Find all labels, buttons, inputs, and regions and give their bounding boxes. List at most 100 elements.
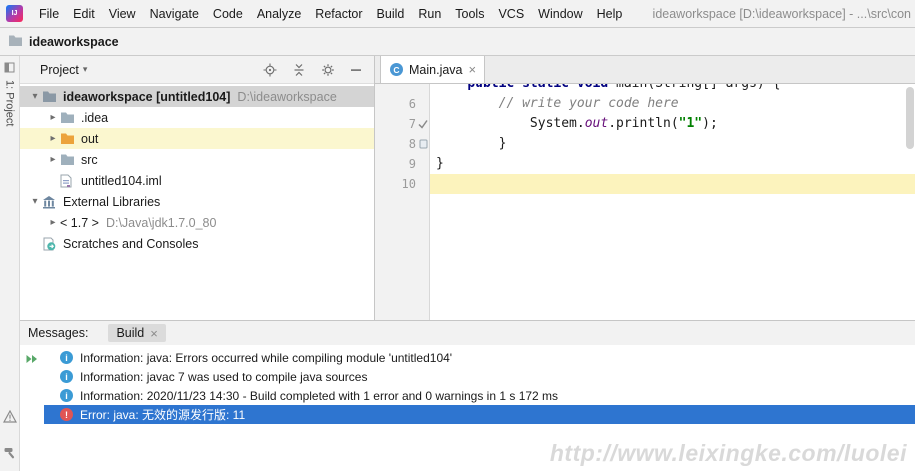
line-number: 10: [401, 177, 416, 191]
build-messages: i Information: java: Errors occurred whil…: [44, 345, 915, 471]
menu-view[interactable]: View: [102, 7, 143, 21]
info-icon: i: [60, 351, 73, 364]
gear-icon[interactable]: [321, 63, 335, 77]
build-message-text: Information: java: Errors occurred while…: [80, 350, 453, 365]
line-number: 9: [408, 157, 416, 171]
tree-item-out-folder[interactable]: ▸ out: [20, 128, 374, 149]
code-line-6: 6 // write your code here: [375, 94, 915, 114]
build-message-error[interactable]: ! Error: java: 无效的源发行版: 11: [44, 405, 915, 424]
menu-bar: IJ File Edit View Navigate Code Analyze Refact…: [0, 0, 915, 28]
tree-item-iml-file[interactable]: untitled104.iml: [20, 170, 374, 191]
locate-target-icon[interactable]: [263, 63, 277, 77]
tree-expand-right-icon[interactable]: ▸: [46, 217, 60, 228]
editor-scrollbar[interactable]: [905, 84, 915, 320]
tree-item-label: External Libraries: [63, 194, 161, 209]
menu-edit[interactable]: Edit: [66, 7, 102, 21]
folder-icon: [60, 153, 76, 167]
build-panel-header: Messages: Build ×: [20, 321, 915, 345]
build-message-text: Information: 2020/11/23 14:30 - Build co…: [80, 388, 559, 403]
menu-file[interactable]: File: [32, 7, 66, 21]
build-message-info[interactable]: i Information: java: Errors occurred whil…: [44, 348, 915, 367]
code-text: }: [436, 136, 507, 151]
menu-tools[interactable]: Tools: [448, 7, 491, 21]
java-class-icon: C: [390, 63, 403, 76]
library-icon: [42, 195, 58, 209]
breadcrumb[interactable]: ideaworkspace: [29, 35, 119, 49]
editor-pane: C Main.java × public static void main(St…: [375, 56, 915, 320]
project-pane-header: Project ▾: [20, 56, 374, 84]
tree-expand-right-icon[interactable]: ▸: [46, 133, 60, 144]
error-icon: !: [60, 408, 73, 421]
tree-item-scratches-and-consoles[interactable]: Scratches and Consoles: [20, 233, 374, 254]
left-tool-stripe: 1: Project: [0, 56, 20, 471]
tree-expand-down-icon[interactable]: ▾: [28, 91, 42, 102]
build-panel-toolbar: [20, 345, 44, 471]
tree-item-label: < 1.7 >: [60, 215, 99, 230]
code-lines: public static void main(String[] args) {…: [375, 84, 915, 194]
menu-refactor[interactable]: Refactor: [308, 7, 369, 21]
menu-run[interactable]: Run: [411, 7, 448, 21]
menu-items: File Edit View Navigate Code Analyze Refactor B…: [32, 7, 629, 21]
tree-item-label: ideaworkspace [untitled104]: [63, 89, 231, 104]
tree-item-label: .idea: [81, 110, 109, 125]
tool-window-icon: [4, 61, 15, 76]
close-icon[interactable]: ×: [150, 327, 158, 340]
build-message-info[interactable]: i Information: 2020/11/23 14:30 - Build c…: [44, 386, 915, 405]
menu-vcs[interactable]: VCS: [491, 7, 531, 21]
chevron-down-icon[interactable]: ▾: [83, 64, 88, 75]
build-message-text: Information: javac 7 was used to compile…: [80, 369, 368, 384]
project-pane-title[interactable]: Project: [40, 63, 79, 77]
rerun-build-icon[interactable]: [25, 352, 39, 369]
build-message-info[interactable]: i Information: javac 7 was used to compil…: [44, 367, 915, 386]
build-hammer-icon[interactable]: [3, 446, 17, 463]
menu-code[interactable]: Code: [206, 7, 250, 21]
close-icon[interactable]: ×: [469, 63, 477, 76]
menu-help[interactable]: Help: [590, 7, 630, 21]
code-text: }: [436, 156, 444, 171]
editor-tab-main-java[interactable]: C Main.java ×: [380, 56, 486, 83]
iml-icon: [60, 174, 76, 188]
menu-build[interactable]: Build: [370, 7, 412, 21]
tree-expand-right-icon[interactable]: ▸: [46, 154, 60, 165]
project-stripe-tab[interactable]: 1: Project: [0, 56, 19, 126]
collapse-all-icon[interactable]: [292, 63, 306, 77]
build-tab[interactable]: Build ×: [108, 324, 166, 342]
intellij-logo-icon: IJ: [6, 5, 23, 22]
build-tool-window: Messages: Build × i Information: java: Er…: [20, 320, 915, 471]
tree-expand-right-icon[interactable]: ▸: [46, 112, 60, 123]
code-text: public static void main(String[] args) {: [430, 84, 915, 94]
gutter-check-icon[interactable]: [418, 119, 428, 129]
tree-item-idea-folder[interactable]: ▸ .idea: [20, 107, 374, 128]
messages-label: Messages:: [28, 326, 89, 340]
code-text: // write your code here: [498, 96, 679, 111]
tree-item-label: Scratches and Consoles: [63, 236, 199, 251]
scratch-icon: [42, 237, 58, 251]
build-message-text: Error: java: 无效的源发行版: 11: [80, 408, 246, 422]
scrollbar-thumb[interactable]: [906, 87, 914, 149]
project-stripe-tab-label: 1: Project: [3, 80, 16, 127]
editor-tab-bar: C Main.java ×: [375, 56, 915, 84]
folder-icon: [60, 111, 76, 125]
tree-item-src-folder[interactable]: ▸ src: [20, 149, 374, 170]
tree-item-label: src: [81, 152, 98, 167]
menu-analyze[interactable]: Analyze: [250, 7, 308, 21]
intellij-idea-window: IJ File Edit View Navigate Code Analyze Refact…: [0, 0, 915, 471]
menu-window[interactable]: Window: [531, 7, 589, 21]
line-number: 8: [375, 134, 430, 154]
tree-item-external-libraries[interactable]: ▾ External Libraries: [20, 191, 374, 212]
navigation-bar: ideaworkspace: [0, 28, 915, 56]
tree-item-path: D:\ideaworkspace: [237, 89, 337, 104]
project-tool-window: Project ▾ ▾ ideaworkspace [untitled104] D:…: [20, 56, 375, 320]
hide-panel-icon[interactable]: [350, 64, 362, 76]
tree-item-jdk-1-7[interactable]: ▸ < 1.7 > D:\Java\jdk1.7.0_80: [20, 212, 374, 233]
code-line-10: 10: [375, 174, 915, 194]
warning-icon[interactable]: [2, 409, 17, 426]
project-tree: ▾ ideaworkspace [untitled104] D:\ideaworks…: [20, 84, 374, 320]
gutter-marker-icon[interactable]: [419, 139, 428, 149]
code-editor[interactable]: public static void main(String[] args) {…: [375, 84, 915, 320]
menu-navigate[interactable]: Navigate: [143, 7, 206, 21]
line-number: 6: [408, 97, 416, 111]
tree-item-root[interactable]: ▾ ideaworkspace [untitled104] D:\ideaworks…: [20, 86, 374, 107]
tree-expand-down-icon[interactable]: ▾: [28, 196, 42, 207]
window-title: ideaworkspace [D:\ideaworkspace] - ...\s…: [652, 6, 911, 21]
